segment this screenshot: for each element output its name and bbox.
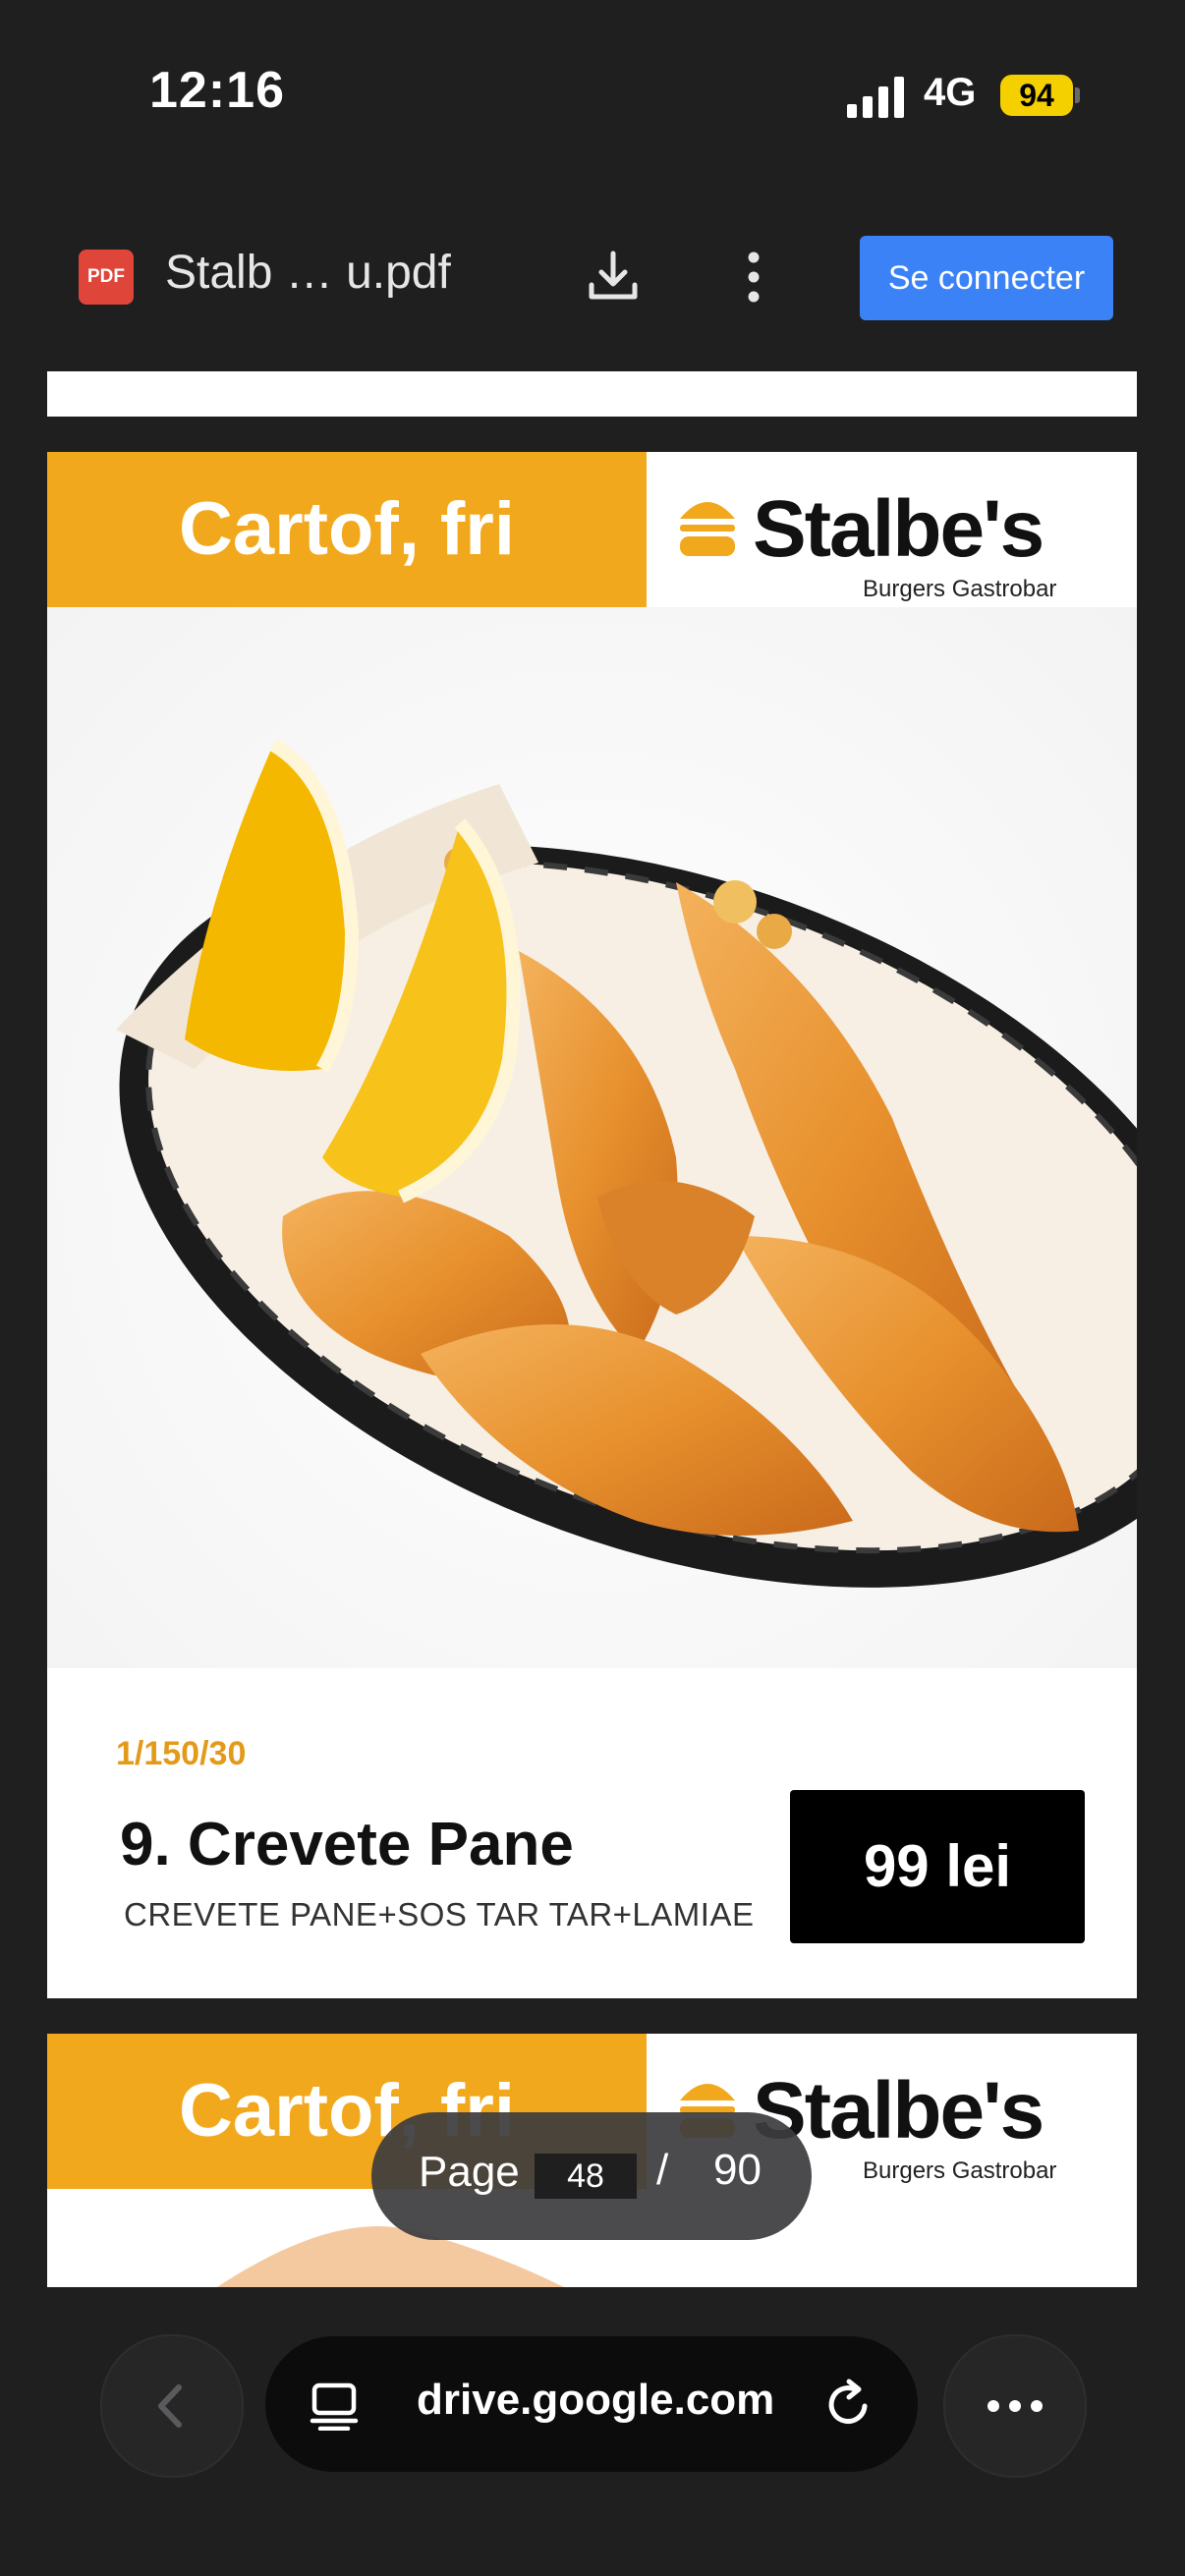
file-name: Stalb … u.pdf (165, 247, 451, 299)
browser-menu-button[interactable] (943, 2334, 1087, 2478)
burger-icon (676, 491, 739, 560)
brand-subtitle: Burgers Gastrobar (863, 2157, 1057, 2184)
network-type: 4G (924, 71, 977, 114)
page-separator: / (656, 2146, 669, 2194)
tab-view-icon[interactable] (309, 2380, 360, 2432)
pdf-file-icon: PDF (79, 250, 134, 305)
status-time: 12:16 (149, 62, 285, 119)
dish-name: 9. Crevete Pane (120, 1811, 574, 1878)
category-title: Cartof, fri (179, 487, 515, 571)
more-horiz-icon (988, 2400, 1043, 2412)
signal-icon (847, 77, 906, 118)
pdf-page-previous (47, 371, 1137, 417)
pdf-page: Cartof, fri Stalbe's Burgers Gastrobar 1… (47, 452, 1137, 1998)
battery-icon: 94 (1000, 75, 1073, 116)
food-photo (47, 607, 1137, 1737)
url-text[interactable]: drive.google.com (417, 2376, 774, 2425)
brand-logo: Stalbe's Burgers Gastrobar (676, 474, 1108, 602)
page-indicator: Page 48 / 90 (371, 2112, 812, 2240)
sign-in-button[interactable]: Se connecter (860, 236, 1113, 320)
dish-description: CREVETE PANE+SOS TAR TAR+LAMIAE (124, 1896, 755, 1932)
address-bar[interactable]: drive.google.com (265, 2336, 918, 2472)
more-vert-icon[interactable] (729, 246, 778, 308)
price-tag: 99 lei (790, 1790, 1085, 1943)
brand-subtitle: Burgers Gastrobar (863, 576, 1057, 602)
download-icon[interactable] (582, 246, 645, 308)
brand-name: Stalbe's (753, 484, 1044, 574)
page-indicator-label: Page (419, 2148, 520, 2196)
back-button[interactable] (100, 2334, 244, 2478)
portion-size: 1/150/30 (116, 1735, 247, 1772)
chevron-left-icon (158, 2384, 182, 2428)
current-page-field[interactable]: 48 (535, 2154, 637, 2199)
total-pages: 90 (713, 2146, 762, 2194)
reload-icon[interactable] (819, 2376, 876, 2433)
battery-cap (1075, 87, 1080, 103)
